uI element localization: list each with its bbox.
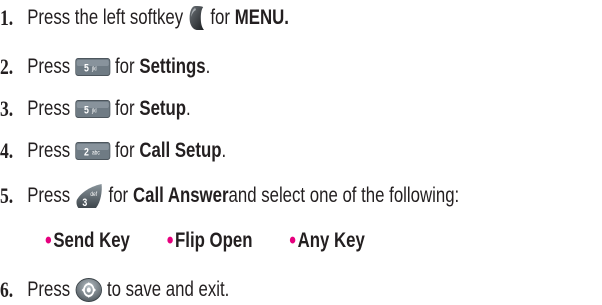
bullet: • bbox=[45, 227, 52, 254]
key-letters: jkl bbox=[91, 66, 96, 73]
step-number: 4. bbox=[0, 138, 14, 163]
key-letters: def bbox=[90, 192, 97, 199]
option-send-key: • Send Key bbox=[45, 229, 130, 253]
step-text: Press bbox=[27, 97, 71, 120]
bullet: • bbox=[289, 227, 296, 254]
step-tail: . bbox=[205, 55, 211, 78]
step-text: for bbox=[114, 97, 135, 120]
option-flip-open: • Flip Open bbox=[167, 229, 253, 253]
step-5: 5. Press 3 def for Call Answer and selec… bbox=[0, 181, 459, 211]
option-label: Send Key bbox=[53, 229, 130, 252]
key-2-icon: 2 abc bbox=[74, 142, 111, 160]
key-5-icon: 5 jkl bbox=[74, 58, 111, 76]
step-text: for bbox=[108, 184, 129, 207]
key-5-icon: 5 jkl bbox=[74, 100, 111, 118]
key-digit: 5 bbox=[84, 63, 89, 75]
step-number: 5. bbox=[0, 183, 14, 208]
step-text: for bbox=[114, 55, 135, 78]
key-digit: 5 bbox=[84, 105, 89, 117]
call-answer-label: Call Answer bbox=[132, 184, 229, 207]
call-setup-label: Call Setup bbox=[139, 139, 222, 162]
key-digit: 2 bbox=[84, 147, 89, 159]
step-6: 6. Press to save and exit. bbox=[0, 275, 229, 305]
option-label: Flip Open bbox=[175, 229, 253, 252]
setup-label: Setup bbox=[139, 97, 187, 120]
settings-label: Settings bbox=[139, 55, 206, 78]
step-4: 4. Press 2 abc for Call Setup . bbox=[0, 136, 226, 166]
step-text: Press bbox=[27, 184, 71, 207]
step-number: 2. bbox=[0, 54, 14, 79]
step-text: Press bbox=[27, 278, 71, 301]
answer-options: • Send Key • Flip Open • Any Key bbox=[45, 227, 365, 255]
step-text: for bbox=[114, 139, 135, 162]
step-3: 3. Press 5 jkl for Setup . bbox=[0, 94, 191, 124]
option-any-key: • Any Key bbox=[289, 229, 365, 253]
step-number: 6. bbox=[0, 277, 14, 302]
option-label: Any Key bbox=[297, 229, 365, 252]
ok-key-icon bbox=[75, 278, 102, 302]
key-letters: jkl bbox=[91, 108, 96, 115]
bullet: • bbox=[166, 227, 174, 254]
key-digit: 3 bbox=[82, 197, 87, 209]
step-tail: . bbox=[186, 97, 191, 120]
step-text: Press the left softkey bbox=[27, 6, 184, 29]
step-number: 3. bbox=[0, 96, 14, 121]
step-text: Press bbox=[27, 139, 71, 162]
step-text: for bbox=[210, 6, 230, 29]
menu-label: MENU. bbox=[234, 6, 289, 29]
step-tail: and select one of the following: bbox=[228, 184, 460, 207]
step-1: 1. Press the left softkey for MENU. bbox=[0, 3, 289, 33]
step-2: 2. Press 5 jkl for Settings . bbox=[0, 52, 210, 82]
step-tail: . bbox=[221, 139, 227, 162]
step-text: Press bbox=[27, 55, 71, 78]
step-number: 1. bbox=[0, 5, 14, 30]
left-softkey-icon bbox=[188, 5, 206, 31]
key-letters: abc bbox=[92, 150, 100, 157]
key-3-icon: 3 def bbox=[75, 182, 104, 210]
step-text: to save and exit. bbox=[106, 278, 230, 301]
